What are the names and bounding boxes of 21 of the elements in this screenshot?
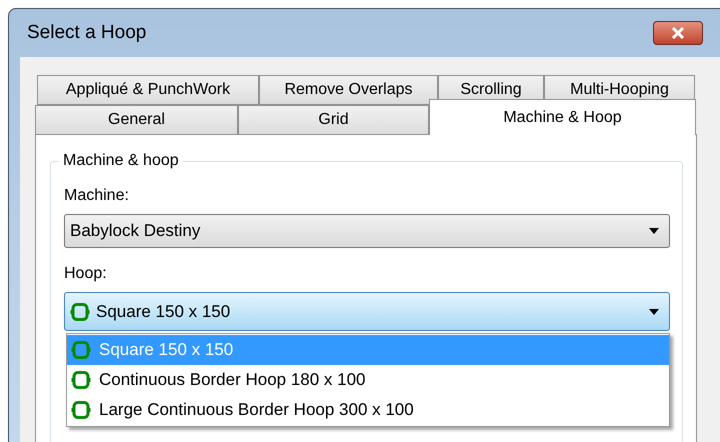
- tab[interactable]: Grid: [238, 105, 429, 135]
- hoop-label: Hoop:: [64, 264, 108, 284]
- tab[interactable]: Remove Overlaps: [259, 75, 438, 105]
- hoop-icon: [71, 340, 91, 360]
- close-button[interactable]: [653, 21, 703, 45]
- tab[interactable]: Appliqué & PunchWork: [37, 75, 259, 105]
- machine-dropdown[interactable]: Babylock Destiny: [64, 214, 670, 248]
- tab[interactable]: General: [35, 105, 238, 135]
- tab[interactable]: Machine & Hoop: [429, 99, 696, 135]
- hoop-icon: [71, 370, 91, 390]
- machine-label: Machine:: [64, 186, 130, 206]
- dropdown-option[interactable]: Large Continuous Border Hoop 300 x 100: [67, 395, 669, 425]
- group-title: Machine & hoop: [59, 151, 183, 171]
- caret-icon: [649, 228, 659, 234]
- caret-icon: [649, 308, 659, 314]
- dropdown-option[interactable]: Continuous Border Hoop 180 x 100: [67, 365, 669, 395]
- hoop-dropdown[interactable]: Square 150 x 150: [64, 292, 670, 331]
- hoop-icon: [70, 302, 90, 322]
- window-title: Select a Hoop: [27, 20, 146, 45]
- close-icon: [671, 27, 685, 39]
- hoop-icon: [71, 400, 91, 420]
